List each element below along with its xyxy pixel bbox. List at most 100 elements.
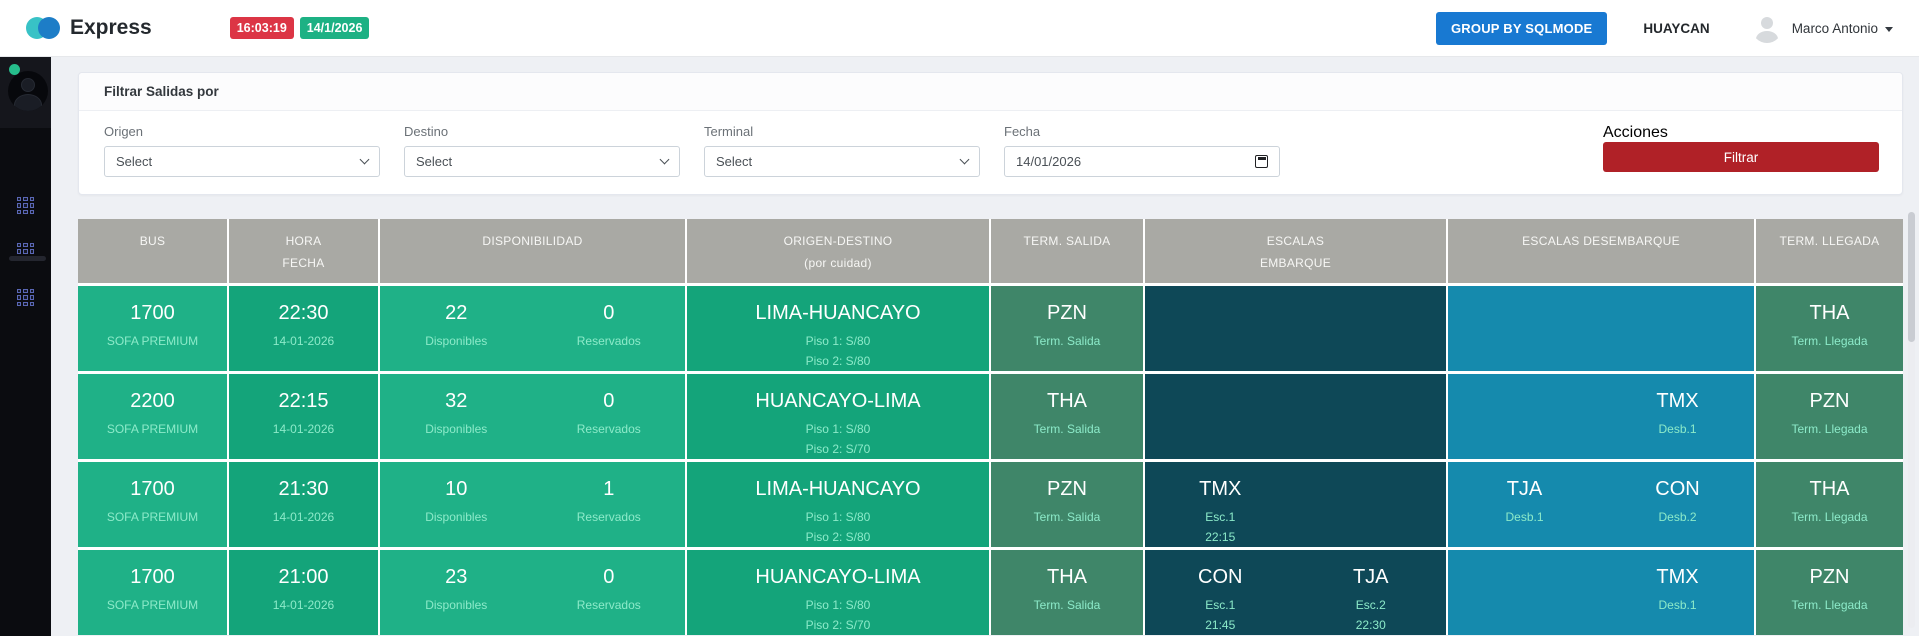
brand-title: Express (70, 16, 152, 40)
hora: 22:15 (229, 390, 378, 412)
term-llegada-label: Term. Llegada (1756, 511, 1903, 524)
cell-term-salida: THA Term. Salida (991, 550, 1143, 635)
column-header-origen-destino: ORIGEN-DESTINO(por cuidad) (687, 219, 989, 283)
destino-select-value: Select (416, 154, 452, 169)
term-salida-label: Term. Salida (991, 511, 1143, 524)
cell-origen-destino: HUANCAYO-LIMAPiso 1: S/80Piso 2: S/70 (687, 374, 989, 459)
sidebar-profile-section (0, 57, 51, 128)
cell-escalas-desembarque: TJADesb.1CONDesb.2 (1448, 462, 1754, 547)
term-llegada-code: PZN (1756, 566, 1903, 588)
column-header-term-llegada: TERM. LLEGADA (1756, 219, 1903, 283)
escala-code: CON (1601, 478, 1754, 500)
field-origen: Origen Select (104, 124, 380, 177)
chevron-down-icon (660, 155, 670, 165)
calendar-icon (1255, 155, 1268, 168)
cell-disponibilidad: 23Disponibles0Reservados (380, 550, 685, 635)
fecha: 14-01-2026 (229, 511, 378, 524)
cell-disponibilidad: 10Disponibles1Reservados (380, 462, 685, 547)
cell-hora-fecha: 22:1514-01-2026 (229, 374, 378, 459)
cell-disponibilidad: 22Disponibles0Reservados (380, 286, 685, 371)
table-row[interactable]: 1700SOFA PREMIUM21:0014-01-202623Disponi… (78, 550, 1903, 635)
escala-slot (1448, 390, 1601, 459)
piso-1-precio: Piso 1: S/80 (687, 423, 989, 436)
bus-number: 1700 (78, 302, 227, 324)
filter-card: Filtrar Salidas por Origen Select Destin… (78, 72, 1903, 195)
disponibles-count: 10 (380, 478, 533, 500)
hora: 21:00 (229, 566, 378, 588)
piso-2-precio: Piso 2: S/70 (687, 443, 989, 456)
group-by-sqlmode-button[interactable]: GROUP BY SQLMODE (1436, 12, 1607, 45)
escala-slot (1448, 566, 1601, 635)
escala-slot (1145, 302, 1296, 371)
disponibles-label: Disponibles (380, 599, 533, 612)
origen-select[interactable]: Select (104, 146, 380, 177)
top-bar: Express 16:03:19 14/1/2026 GROUP BY SQLM… (0, 0, 1919, 57)
term-llegada-label: Term. Llegada (1756, 335, 1903, 348)
column-header-disponibilidad: DISPONIBILIDAD (380, 219, 685, 283)
chevron-down-icon (360, 155, 370, 165)
table-header-row: BUSHORAFECHADISPONIBILIDADORIGEN-DESTINO… (78, 219, 1903, 283)
escala-code: TMX (1145, 478, 1296, 500)
escala-sub-label: Esc.2 (1296, 599, 1447, 612)
cell-term-llegada: PZNTerm. Llegada (1756, 550, 1903, 635)
brand-logo-icon (26, 16, 62, 40)
user-avatar (1752, 13, 1782, 43)
cell-bus: 1700SOFA PREMIUM (78, 462, 227, 547)
terminal-select-value: Select (716, 154, 752, 169)
fecha-label: Fecha (1004, 124, 1280, 139)
filtrar-button[interactable]: Filtrar (1603, 142, 1879, 172)
cell-hora-fecha: 22:30 14-01-2026 (229, 286, 378, 371)
escala-slot: TJADesb.1 (1448, 478, 1601, 547)
cell-term-llegada: PZNTerm. Llegada (1756, 374, 1903, 459)
fecha-date-input[interactable]: 14/01/2026 (1004, 146, 1280, 177)
sidebar-item-3-apps-grid-icon[interactable] (17, 289, 34, 306)
term-salida-label: Term. Salida (991, 599, 1143, 612)
table-row[interactable]: 2200 SOFA PREMIUM22:1514-01-202632Disponi… (78, 374, 1903, 459)
column-header-term-salida: TERM. SALIDA (991, 219, 1143, 283)
escala-slot (1296, 302, 1447, 371)
bus-number: 2200 (78, 390, 227, 412)
table-row[interactable]: 1700SOFA PREMIUM21:3014-01-202610Disponi… (78, 462, 1903, 547)
hora: 22:30 (229, 302, 378, 324)
disponibles-label: Disponibles (380, 423, 533, 436)
sidebar-handle[interactable] (9, 256, 46, 261)
escala-slot (1296, 390, 1447, 459)
bus-number: 1700 (78, 566, 227, 588)
table-row[interactable]: 1700SOFA PREMIUM22:30 14-01-202622Disponi… (78, 286, 1903, 371)
cell-hora-fecha: 21:0014-01-2026 (229, 550, 378, 635)
term-salida-code: THA (991, 566, 1143, 588)
reservados: 0Reservados (533, 302, 686, 371)
acciones-label: Acciones (1603, 124, 1668, 141)
column-header-escalas-desembarque: ESCALAS DESEMBARQUE (1448, 219, 1754, 283)
cell-term-salida: PZNTerm. Salida (991, 286, 1143, 371)
term-llegada-code: PZN (1756, 390, 1903, 412)
bus-type: SOFA PREMIUM (78, 423, 227, 436)
scrollbar-thumb[interactable] (1908, 212, 1915, 342)
destino-select[interactable]: Select (404, 146, 680, 177)
sidebar-item-1-apps-grid-icon[interactable] (17, 197, 34, 214)
cell-bus: 1700SOFA PREMIUM (78, 286, 227, 371)
reservados-count: 0 (533, 390, 686, 412)
cell-escalas-desembarque: TMXDesb.1 (1448, 550, 1754, 635)
term-llegada-code: THA (1756, 478, 1903, 500)
term-llegada-code: THA (1756, 302, 1903, 324)
escala-slot: TMXDesb.1 (1601, 390, 1754, 459)
cell-term-salida: PZNTerm. Salida (991, 462, 1143, 547)
escala-slot: CONEsc.121:45 (1145, 566, 1296, 635)
sidebar-menu (0, 197, 51, 306)
disponibles: 32Disponibles (380, 390, 533, 459)
reservados: 0Reservados (533, 566, 686, 635)
escala-code: TJA (1448, 478, 1601, 500)
vertical-scrollbar[interactable] (1908, 212, 1915, 628)
user-menu[interactable]: Marco Antonio (1792, 21, 1893, 36)
cell-term-llegada: THA Term. Llegada (1756, 286, 1903, 371)
field-acciones: Acciones Filtrar (1603, 124, 1879, 172)
sidebar-avatar[interactable] (8, 71, 48, 111)
terminal-select[interactable]: Select (704, 146, 980, 177)
cell-escalas-embarque: TMXEsc.122:15 (1145, 462, 1446, 547)
cell-bus: 1700SOFA PREMIUM (78, 550, 227, 635)
cell-bus: 2200 SOFA PREMIUM (78, 374, 227, 459)
bus-type: SOFA PREMIUM (78, 511, 227, 524)
fecha: 14-01-2026 (229, 335, 378, 348)
filter-card-title: Filtrar Salidas por (79, 73, 1902, 111)
